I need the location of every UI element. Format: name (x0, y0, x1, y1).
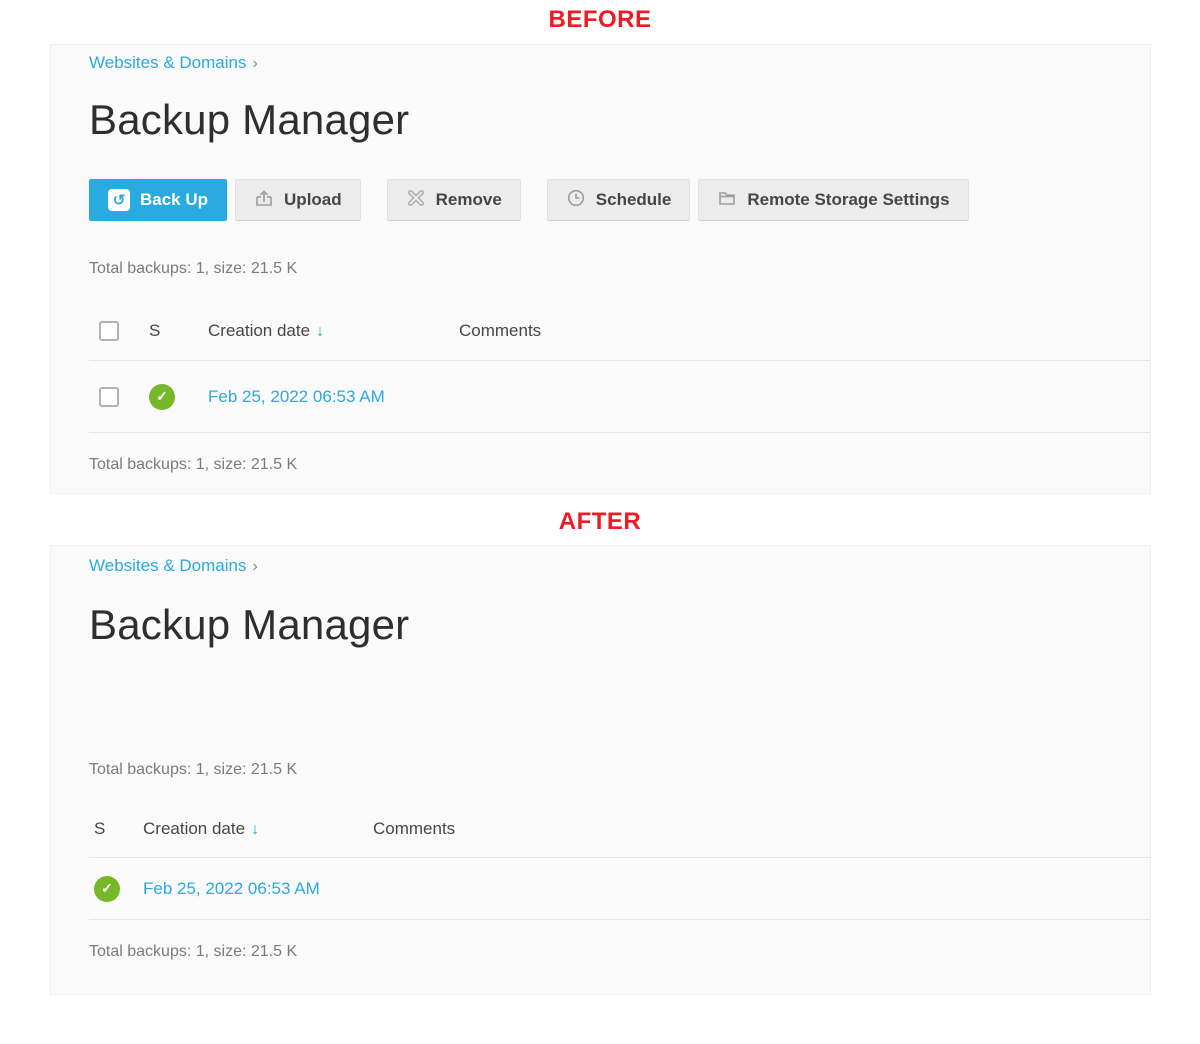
row-checkbox[interactable] (99, 387, 119, 407)
toolbar: ↺ Back Up Upload (89, 179, 1150, 223)
status-column-header: S (149, 321, 208, 341)
breadcrumb-link-websites-domains[interactable]: Websites & Domains (89, 53, 246, 72)
remove-x-icon (406, 188, 426, 213)
remote-storage-settings-button[interactable]: Remote Storage Settings (698, 179, 968, 221)
sort-descending-icon: ↓ (316, 323, 324, 340)
backup-ok-status-icon: ✓ (94, 876, 120, 902)
upload-icon (254, 188, 274, 213)
row-date-cell: Feb 25, 2022 06:53 AM (143, 879, 373, 899)
table-header-row: S Creation date ↓ Comments (89, 301, 1150, 361)
total-backups-summary-top: Total backups: 1, size: 21.5 K (89, 760, 1150, 780)
row-status-cell: ✓ (149, 384, 208, 410)
status-column-header: S (89, 819, 143, 839)
schedule-button-label: Schedule (596, 190, 672, 210)
header-checkbox-cell (89, 321, 149, 341)
upload-button[interactable]: Upload (235, 179, 361, 221)
total-backups-summary-bottom: Total backups: 1, size: 21.5 K (89, 455, 1150, 475)
creation-date-header-label: Creation date (208, 321, 310, 340)
total-backups-summary-bottom: Total backups: 1, size: 21.5 K (89, 942, 1150, 962)
schedule-button[interactable]: Schedule (547, 179, 691, 221)
upload-button-label: Upload (284, 190, 342, 210)
backup-icon: ↺ (108, 189, 130, 211)
total-backups-summary-top: Total backups: 1, size: 21.5 K (89, 259, 1150, 279)
back-up-button[interactable]: ↺ Back Up (89, 179, 227, 221)
breadcrumb-chevron-icon: › (252, 558, 257, 575)
backup-date-link[interactable]: Feb 25, 2022 06:53 AM (143, 879, 320, 898)
backup-ok-status-icon: ✓ (149, 384, 175, 410)
breadcrumb-chevron-icon: › (252, 55, 257, 72)
backup-table-row: ✓ Feb 25, 2022 06:53 AM (89, 361, 1150, 433)
remote-storage-settings-button-label: Remote Storage Settings (747, 190, 949, 210)
select-all-checkbox[interactable] (99, 321, 119, 341)
row-checkbox-cell (89, 387, 149, 407)
row-status-cell: ✓ (89, 876, 143, 902)
backup-table-row: ✓ Feb 25, 2022 06:53 AM (89, 858, 1150, 920)
before-annotation: BEFORE (50, 6, 1150, 34)
backup-manager-panel-after: Websites & Domains › Backup Manager Total… (50, 545, 1151, 995)
row-date-cell: Feb 25, 2022 06:53 AM (208, 387, 459, 407)
clock-icon (566, 188, 586, 213)
breadcrumb-link-websites-domains[interactable]: Websites & Domains (89, 556, 246, 575)
table-header-row: S Creation date ↓ Comments (89, 800, 1150, 858)
comments-column-header: Comments (459, 321, 1150, 341)
folder-icon (717, 188, 737, 213)
back-up-button-label: Back Up (140, 190, 208, 210)
backup-manager-panel-before: Websites & Domains › Backup Manager ↺ Bac… (50, 44, 1151, 494)
sort-descending-icon: ↓ (251, 821, 259, 838)
page-title: Backup Manager (89, 95, 1150, 145)
creation-date-column-header[interactable]: Creation date ↓ (208, 321, 459, 341)
comments-column-header: Comments (373, 819, 1150, 839)
creation-date-column-header[interactable]: Creation date ↓ (143, 819, 373, 839)
backup-date-link[interactable]: Feb 25, 2022 06:53 AM (208, 387, 385, 406)
creation-date-header-label: Creation date (143, 819, 245, 838)
breadcrumb: Websites & Domains › (89, 556, 1150, 576)
page-title: Backup Manager (89, 600, 1150, 650)
remove-button[interactable]: Remove (387, 179, 521, 221)
after-annotation: AFTER (50, 508, 1150, 536)
remove-button-label: Remove (436, 190, 502, 210)
breadcrumb: Websites & Domains › (89, 53, 1150, 73)
